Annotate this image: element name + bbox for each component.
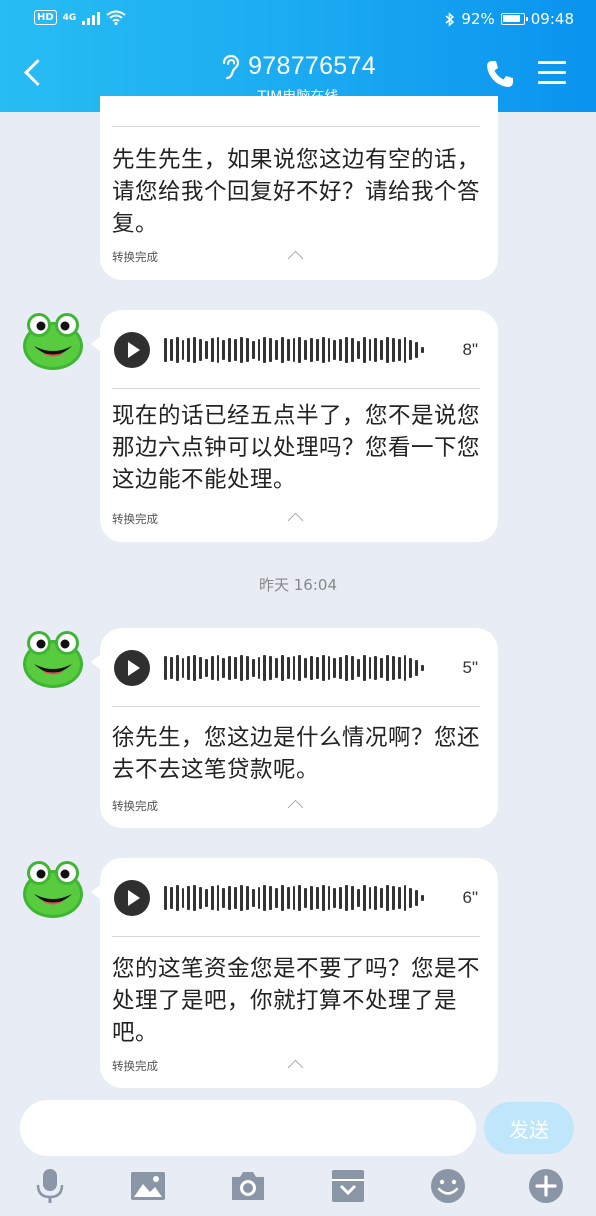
menu-button[interactable] bbox=[538, 59, 568, 87]
avatar[interactable] bbox=[20, 306, 86, 372]
transcribed-text: 徐先生，您这边是什么情况啊？您还去不去这笔贷款呢。 bbox=[112, 725, 481, 783]
voice-duration: 6" bbox=[462, 888, 479, 907]
divider bbox=[112, 126, 480, 127]
collapse-icon[interactable] bbox=[287, 799, 304, 816]
bubble-tail bbox=[91, 884, 101, 900]
wifi-icon bbox=[106, 10, 126, 25]
plus-icon[interactable] bbox=[526, 1166, 566, 1206]
play-icon[interactable] bbox=[114, 332, 150, 368]
send-button[interactable]: 发送 bbox=[484, 1102, 574, 1154]
input-toolbar bbox=[0, 1162, 596, 1210]
archive-icon[interactable] bbox=[328, 1166, 368, 1206]
voice-message[interactable]: 6" bbox=[112, 878, 480, 918]
timestamp: 昨天 16:04 bbox=[259, 576, 337, 594]
message-bubble[interactable]: 6" 您的这笔资金您是不要了吗？您是不处理了是吧，你就打算不处理了是吧。 转换完… bbox=[91, 858, 498, 1088]
play-icon[interactable] bbox=[114, 650, 150, 686]
avatar[interactable] bbox=[20, 854, 86, 920]
conversion-status: 转换完成 bbox=[112, 512, 158, 526]
signal-icon bbox=[82, 11, 101, 25]
collapse-icon[interactable] bbox=[287, 250, 304, 267]
hd-badge: HD bbox=[34, 10, 57, 25]
bluetooth-icon bbox=[445, 11, 455, 27]
conversion-status: 转换完成 bbox=[112, 250, 158, 264]
play-icon[interactable] bbox=[114, 880, 150, 916]
emoji-icon[interactable] bbox=[428, 1166, 468, 1206]
transcribed-text: 现在的话已经五点半了，您不是说您那边六点钟可以处理吗？您看一下您这边能不能处理。 bbox=[112, 403, 481, 493]
divider bbox=[112, 706, 480, 707]
image-icon[interactable] bbox=[128, 1166, 168, 1206]
divider bbox=[112, 936, 480, 937]
battery-icon bbox=[500, 13, 528, 25]
message-bubble[interactable]: 8" 现在的话已经五点半了，您不是说您那边六点钟可以处理吗？您看一下您这边能不能… bbox=[91, 310, 498, 542]
message-bubble[interactable]: 5" 徐先生，您这边是什么情况啊？您还去不去这笔贷款呢。 转换完成 bbox=[91, 628, 498, 828]
phone-icon[interactable] bbox=[484, 58, 516, 90]
conversion-status: 转换完成 bbox=[112, 1059, 158, 1073]
waveform-icon bbox=[164, 648, 424, 688]
network-type: 4G bbox=[62, 12, 77, 23]
collapse-icon[interactable] bbox=[287, 512, 304, 529]
transcribed-text: 先生先生，如果说您这边有空的话，请您给我个回复好不好？请给我个答复。 bbox=[112, 147, 481, 237]
voice-message[interactable]: 5" bbox=[112, 648, 480, 688]
message-input[interactable] bbox=[20, 1100, 476, 1156]
voice-message[interactable]: 8" bbox=[112, 330, 480, 370]
voice-duration: 8" bbox=[462, 340, 479, 359]
waveform-icon bbox=[164, 330, 424, 370]
camera-icon[interactable] bbox=[228, 1166, 268, 1206]
bubble-tail bbox=[91, 654, 101, 670]
divider bbox=[112, 388, 480, 389]
clock: 09:48 bbox=[530, 10, 574, 28]
microphone-icon[interactable] bbox=[30, 1166, 70, 1206]
message-bubble[interactable]: 先生先生，如果说您这边有空的话，请您给我个回复好不好？请给我个答复。 转换完成 bbox=[100, 96, 498, 280]
bubble-tail bbox=[91, 336, 101, 352]
collapse-icon[interactable] bbox=[287, 1059, 304, 1076]
battery-percent: 92% bbox=[461, 10, 495, 28]
voice-duration: 5" bbox=[462, 658, 479, 677]
waveform-icon bbox=[164, 878, 424, 918]
transcribed-text: 您的这笔资金您是不要了吗？您是不处理了是吧，你就打算不处理了是吧。 bbox=[112, 956, 481, 1046]
ear-icon bbox=[222, 54, 240, 79]
conversion-status: 转换完成 bbox=[112, 799, 158, 813]
avatar[interactable] bbox=[20, 624, 86, 690]
contact-number: 978776574 bbox=[248, 52, 376, 80]
status-bar: HD 4G 92% 09:48 bbox=[0, 0, 596, 38]
